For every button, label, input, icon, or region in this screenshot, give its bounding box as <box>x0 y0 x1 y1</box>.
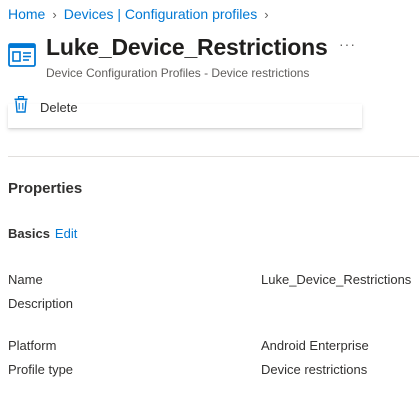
more-options-button[interactable]: ··· <box>339 36 356 52</box>
basics-section-header: Basics Edit <box>8 226 77 241</box>
divider <box>8 156 419 157</box>
property-value-profile-type: Device restrictions <box>261 362 368 377</box>
trash-icon <box>14 95 28 118</box>
breadcrumb-configuration-profiles[interactable]: Devices | Configuration profiles <box>64 6 258 22</box>
page-subtitle: Device Configuration Profiles - Device r… <box>46 66 310 80</box>
delete-button[interactable]: Delete <box>14 95 78 118</box>
breadcrumb-home[interactable]: Home <box>8 6 45 22</box>
property-label-profile-type: Profile type <box>8 362 74 377</box>
property-value-platform: Android Enterprise <box>261 338 369 353</box>
delete-label: Delete <box>40 99 78 115</box>
basics-edit-link[interactable]: Edit <box>55 226 77 241</box>
properties-heading: Properties <box>8 180 83 197</box>
property-label-platform: Platform <box>8 338 57 353</box>
property-value-name: Luke_Device_Restrictions <box>261 272 412 287</box>
chevron-right-icon: › <box>264 6 269 22</box>
chevron-right-icon: › <box>52 6 57 22</box>
basics-label: Basics <box>8 226 50 241</box>
breadcrumb: Home › Devices | Configuration profiles … <box>8 6 276 22</box>
configuration-profile-icon <box>8 42 36 68</box>
property-label-description: Description <box>8 296 74 311</box>
page-title: Luke_Device_Restrictions <box>46 34 328 60</box>
property-label-name: Name <box>8 272 43 287</box>
